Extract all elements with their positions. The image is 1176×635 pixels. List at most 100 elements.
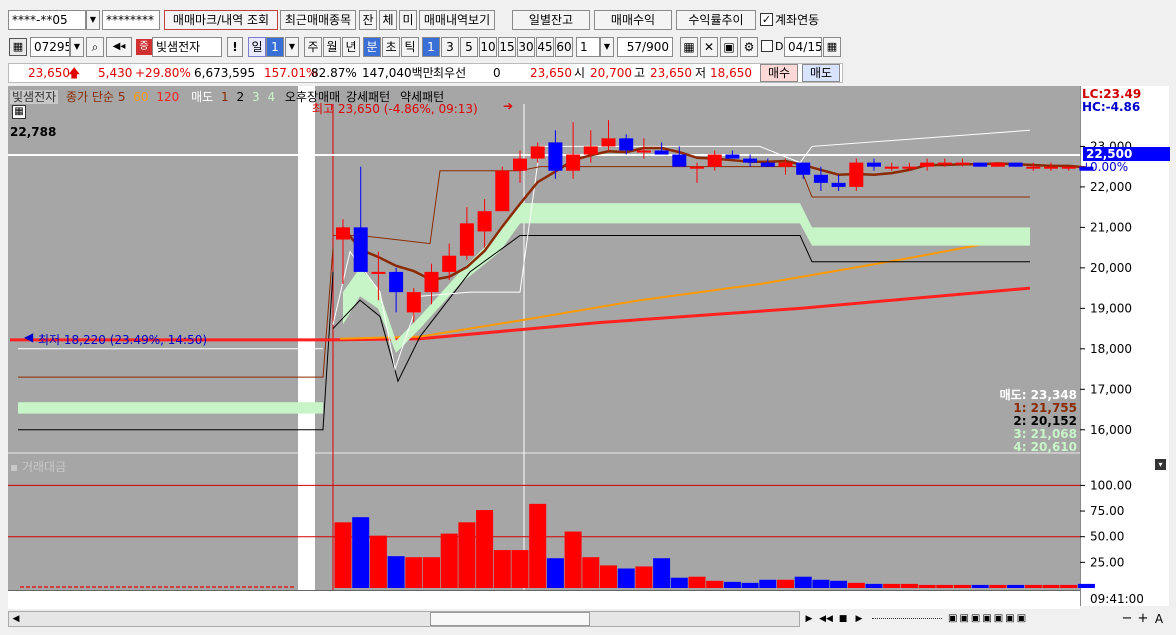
- low-annotation: 최저 18,220 (23.49%, 14:50): [38, 333, 208, 347]
- recent-trades-button[interactable]: 최근매매종목: [280, 10, 356, 30]
- period-monthly-button[interactable]: 월: [323, 37, 341, 57]
- market-badge: 증: [136, 39, 152, 55]
- settings-gear-icon[interactable]: ⚙: [740, 37, 758, 57]
- minute-45-button[interactable]: 45: [536, 37, 554, 57]
- period-daily-button[interactable]: 일: [248, 37, 266, 57]
- hc-label: HC:-4.86: [1082, 100, 1141, 114]
- buy-button[interactable]: 매수: [760, 64, 798, 82]
- period-second-button[interactable]: 초: [382, 37, 400, 57]
- minute-5-button[interactable]: 5: [460, 37, 478, 57]
- legend-sell-2: 2: [236, 90, 245, 104]
- legend-sell-label: 매도: [191, 90, 214, 104]
- sell-summary: 매도: 23,348 1: 21,755 2: 20,152 3: 21,068…: [995, 389, 1077, 454]
- password-field[interactable]: ********: [102, 10, 160, 30]
- account-link-label: 계좌연동: [775, 13, 820, 27]
- open-price: 20,700: [590, 66, 632, 80]
- scrollbar-thumb[interactable]: [430, 612, 590, 626]
- range-field[interactable]: 57/900: [617, 37, 673, 57]
- search-icon[interactable]: ⌕: [86, 37, 104, 57]
- best-bid-price: 23,650: [530, 66, 572, 80]
- balance-button[interactable]: 잔: [359, 10, 377, 30]
- sell-button[interactable]: 매도: [802, 64, 840, 82]
- crosshair-icon[interactable]: ✕: [700, 37, 718, 57]
- save-icon[interactable]: ▣: [720, 37, 738, 57]
- scroll-prev-icon[interactable]: ◀◀: [818, 611, 834, 627]
- calendar-icon[interactable]: ▦: [823, 37, 841, 57]
- low-annotation-arrow-icon: ◀: [24, 330, 34, 344]
- high-annotation: 최고 23,650 (-4.86%, 09:13): [312, 102, 478, 116]
- strength: 82.87%: [311, 66, 357, 80]
- interval-field[interactable]: 1: [576, 37, 600, 57]
- current-price-tag: 22,500: [1083, 147, 1170, 161]
- legend-sell-4: 4: [267, 90, 276, 104]
- interval-dropdown-icon[interactable]: ▼: [600, 37, 614, 57]
- scroll-right-icon[interactable]: ▶: [802, 611, 816, 627]
- trade-history-button[interactable]: 매매내역보기: [419, 10, 495, 30]
- date-d-marker: D: [775, 40, 784, 53]
- alert-button[interactable]: !: [227, 37, 243, 57]
- legend-sell-3: 3: [251, 90, 260, 104]
- font-size-icon[interactable]: A: [1152, 611, 1166, 627]
- trade-mark-query-button[interactable]: 매매마크/내역 조회: [164, 10, 278, 30]
- legend-ma60: 60: [133, 90, 149, 104]
- panel-collapse-icon[interactable]: ▾: [1155, 459, 1166, 470]
- daily-balance-button[interactable]: 일별잔고: [512, 10, 590, 30]
- speaker-icon[interactable]: ◀◂: [106, 37, 132, 57]
- minute-10-button[interactable]: 10: [479, 37, 497, 57]
- unfilled-button[interactable]: 미: [399, 10, 417, 30]
- table-icon[interactable]: ▦: [12, 105, 26, 119]
- stop-icon[interactable]: ■: [836, 611, 850, 627]
- period-count-field[interactable]: 1: [266, 37, 284, 57]
- minute-1-button[interactable]: 1: [422, 37, 440, 57]
- zoom-in-icon[interactable]: +: [1136, 611, 1150, 627]
- lc-label: LC:23.49: [1082, 87, 1142, 101]
- filled-button[interactable]: 체: [379, 10, 397, 30]
- sell-summary-l4: 4: 20,610: [1013, 440, 1077, 454]
- chart-grid-icon[interactable]: ▦: [9, 38, 27, 56]
- return-trend-button[interactable]: 수익률추이: [676, 10, 756, 30]
- account-dropdown-icon[interactable]: ▼: [86, 10, 100, 30]
- period-yearly-button[interactable]: 년: [342, 37, 360, 57]
- scroll-left-icon[interactable]: ◀: [8, 611, 24, 627]
- account-field[interactable]: ****-**05: [8, 10, 86, 30]
- layout-icons[interactable]: ▣▣▣▣▣▣▣: [948, 611, 1068, 627]
- legend-stock-name: 빛샘전자: [10, 90, 59, 104]
- zoom-slider[interactable]: [872, 618, 942, 619]
- best-bid-label: 최우선: [433, 66, 467, 80]
- stock-name-field[interactable]: 빛샘전자: [152, 37, 222, 57]
- legend-ma5: 5: [117, 90, 126, 104]
- stock-code-field[interactable]: 072950: [30, 37, 70, 57]
- scrollbar-track[interactable]: [8, 611, 800, 627]
- date-field[interactable]: 04/15: [784, 37, 822, 57]
- zoom-out-icon[interactable]: −: [1120, 611, 1134, 627]
- legend-ma120: 120: [156, 90, 180, 104]
- best-bid-value: 0: [493, 66, 501, 80]
- stock-code-dropdown-icon[interactable]: ▼: [70, 37, 84, 57]
- trade-amount: 147,040백만: [362, 66, 434, 80]
- period-weekly-button[interactable]: 주: [304, 37, 322, 57]
- trade-volume: 6,673,595: [194, 66, 256, 80]
- high-label: 고: [634, 66, 646, 80]
- period-minute-button[interactable]: 분: [363, 37, 381, 57]
- period-count-dropdown-icon[interactable]: ▼: [285, 37, 299, 57]
- current-price: 23,650: [28, 66, 70, 80]
- current-pct: 0.00%: [1090, 160, 1129, 174]
- chart-tools-icon[interactable]: ▦: [680, 37, 698, 57]
- trade-profit-button[interactable]: 매매수익: [594, 10, 672, 30]
- time-axis-end: 09:41:00: [1090, 592, 1144, 606]
- minute-60-button[interactable]: 60: [555, 37, 573, 57]
- legend-ma-label: 종가 단순: [66, 90, 114, 104]
- minute-3-button[interactable]: 3: [441, 37, 459, 57]
- period-tick-button[interactable]: 틱: [401, 37, 419, 57]
- date-checkbox[interactable]: [761, 40, 773, 52]
- account-link-checkbox[interactable]: ✓: [760, 13, 773, 26]
- time-axis: [8, 590, 1080, 609]
- legend-sell-1: 1: [221, 90, 229, 104]
- open-label: 시: [574, 66, 586, 80]
- up-arrow-icon: 🡅: [68, 66, 81, 80]
- prev-level-label: 22,788: [10, 125, 57, 139]
- minute-15-button[interactable]: 15: [498, 37, 516, 57]
- scroll-next-icon[interactable]: ▶: [852, 611, 866, 627]
- low-label: 저: [695, 66, 707, 80]
- minute-30-button[interactable]: 30: [517, 37, 535, 57]
